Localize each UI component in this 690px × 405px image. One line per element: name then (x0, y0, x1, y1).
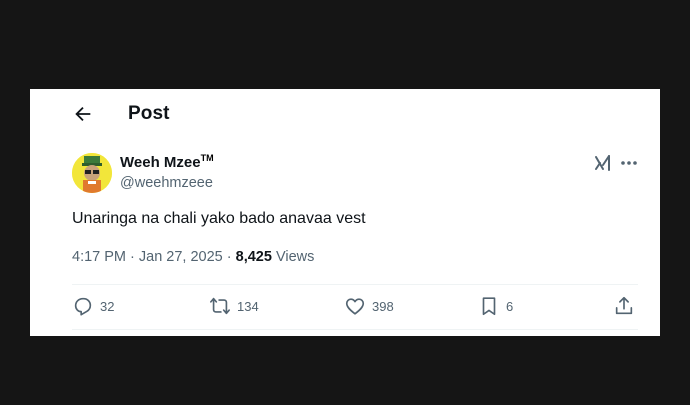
like-button[interactable]: 398 (344, 295, 394, 317)
reply-icon (74, 297, 92, 316)
tweet-meta: 4:17 PM · Jan 27, 2025 · 8,425 Views (72, 249, 314, 265)
repost-count: 134 (237, 298, 259, 314)
bookmark-button[interactable]: 6 (478, 295, 513, 317)
trademark-badge: TM (200, 153, 214, 163)
post-card: Post Weeh MzeeTM @weehmzeee Unaringa na … (30, 89, 660, 336)
author-display-name[interactable]: Weeh Mzee (120, 154, 201, 171)
meta-separator: · (126, 249, 139, 265)
action-bar: 32 134 398 6 (72, 285, 638, 325)
reply-button[interactable]: 32 (72, 295, 114, 317)
divider (72, 329, 638, 330)
grok-icon[interactable] (593, 153, 613, 173)
share-button[interactable] (613, 295, 635, 317)
like-icon (345, 298, 365, 315)
author-name-row: Weeh MzeeTM (120, 153, 214, 172)
page-title: Post (128, 103, 170, 124)
tweet-text: Unaringa na chali yako bado anavaa vest (72, 210, 366, 227)
reply-count: 32 (100, 298, 115, 314)
author-handle[interactable]: @weehmzeee (120, 175, 213, 191)
avatar[interactable] (72, 153, 112, 193)
tweet-date[interactable]: Jan 27, 2025 (139, 249, 223, 265)
repost-icon (210, 297, 230, 315)
more-icon[interactable] (618, 153, 640, 173)
share-icon (615, 296, 633, 315)
post-header: Post (30, 89, 660, 141)
bookmark-count: 6 (506, 298, 514, 314)
back-arrow-icon[interactable] (72, 103, 94, 125)
like-count: 398 (372, 298, 394, 314)
repost-button[interactable]: 134 (209, 295, 259, 317)
views-label: Views (271, 249, 315, 265)
bookmark-icon (482, 297, 496, 316)
tweet-time[interactable]: 4:17 PM (72, 249, 126, 265)
views-count: 8,425 (235, 249, 272, 265)
meta-separator: · (222, 249, 236, 265)
